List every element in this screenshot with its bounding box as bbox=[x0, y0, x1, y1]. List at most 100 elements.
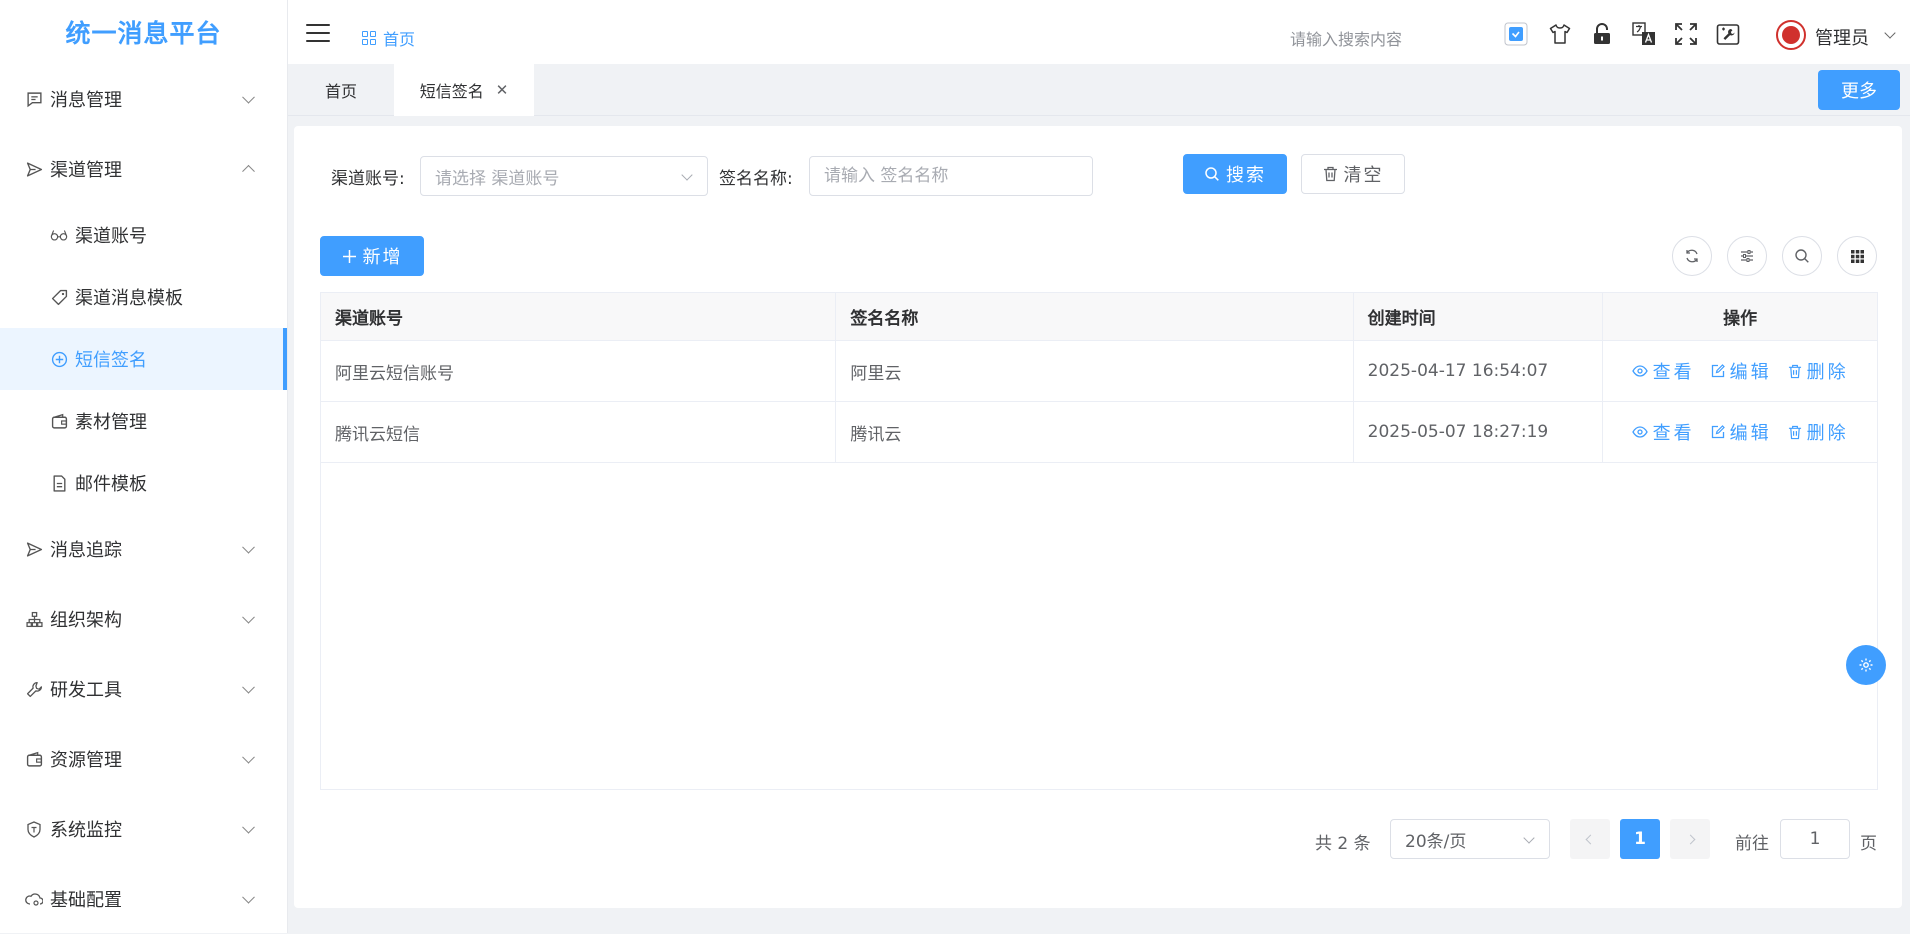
cell-created: 2025-04-17 16:54:07 bbox=[1354, 341, 1604, 401]
table-header: 渠道账号 签名名称 创建时间 操作 bbox=[321, 293, 1877, 341]
account-select-placeholder: 请选择 渠道账号 bbox=[435, 168, 560, 189]
view-button[interactable]: 查看 bbox=[1631, 358, 1695, 384]
tab-home[interactable]: 首页 bbox=[288, 64, 394, 116]
avatar[interactable] bbox=[1776, 20, 1806, 50]
delete-button[interactable]: 删除 bbox=[1788, 419, 1849, 445]
sidebar-item-material-management[interactable]: 素材管理 bbox=[0, 390, 287, 452]
next-page-button[interactable] bbox=[1670, 819, 1710, 859]
edit-button[interactable]: 编辑 bbox=[1711, 358, 1772, 384]
account-select[interactable]: 请选择 渠道账号 bbox=[420, 156, 708, 196]
table-row: 腾讯云短信 腾讯云 2025-05-07 18:27:19 查看 编辑 删除 bbox=[321, 402, 1877, 463]
signature-table: 渠道账号 签名名称 创建时间 操作 阿里云短信账号 阿里云 2025-04-17… bbox=[320, 292, 1878, 790]
username[interactable]: 管理员 bbox=[1815, 24, 1869, 50]
sidebar-item-sms-signature[interactable]: 短信签名 bbox=[0, 328, 287, 390]
sliders-icon bbox=[1741, 250, 1753, 262]
top-header: 首页 请输入搜索内容 管理员 bbox=[288, 0, 1910, 64]
translate-icon[interactable] bbox=[1632, 22, 1656, 46]
chevron-left-icon bbox=[1585, 834, 1595, 844]
app-title: 统一消息平台 bbox=[65, 19, 222, 48]
sidebar-item-system-monitor[interactable]: 系统监控 bbox=[0, 794, 287, 864]
header-search-input[interactable]: 请输入搜索内容 bbox=[1290, 26, 1402, 50]
breadcrumb[interactable]: 首页 bbox=[362, 26, 415, 50]
cell-sign: 腾讯云 bbox=[836, 402, 1354, 462]
column-header-sign: 签名名称 bbox=[836, 293, 1354, 340]
cell-sign: 阿里云 bbox=[836, 341, 1354, 401]
chevron-down-icon bbox=[681, 169, 693, 181]
goto-page-input[interactable] bbox=[1780, 819, 1850, 859]
trash-icon bbox=[1788, 364, 1802, 379]
page-suffix: 页 bbox=[1860, 834, 1877, 854]
tab-sms-signature[interactable]: 短信签名 ✕ bbox=[394, 64, 534, 116]
sidebar-item-message-management[interactable]: 消息管理 bbox=[0, 64, 287, 134]
view-button[interactable]: 查看 bbox=[1631, 419, 1695, 445]
settings-tool-icon[interactable] bbox=[1716, 22, 1740, 46]
tab-label: 首页 bbox=[324, 82, 357, 101]
sidebar-item-basic-config[interactable]: 基础配置 bbox=[0, 864, 287, 934]
lock-icon[interactable] bbox=[1590, 22, 1614, 46]
refresh-button[interactable] bbox=[1672, 236, 1712, 276]
sidebar-item-mail-template[interactable]: 邮件模板 bbox=[0, 452, 287, 514]
add-button-label: 新增 bbox=[362, 247, 403, 268]
tag-icon bbox=[50, 288, 68, 306]
page-number-current[interactable]: 1 bbox=[1620, 819, 1660, 859]
sidebar-item-label: 消息管理 bbox=[50, 90, 122, 111]
breadcrumb-home: 首页 bbox=[383, 30, 416, 49]
settings-float-button[interactable] bbox=[1846, 645, 1886, 685]
sidebar-item-label: 系统监控 bbox=[50, 820, 122, 841]
edit-button[interactable]: 编辑 bbox=[1711, 419, 1772, 445]
sidebar-item-resource-management[interactable]: 资源管理 bbox=[0, 724, 287, 794]
search-icon bbox=[1795, 249, 1809, 263]
column-header-created: 创建时间 bbox=[1354, 293, 1604, 340]
sidebar-item-organization[interactable]: 组织架构 bbox=[0, 584, 287, 654]
delete-button[interactable]: 删除 bbox=[1788, 358, 1849, 384]
grid-view-button[interactable] bbox=[1837, 236, 1877, 276]
view-label: 查看 bbox=[1652, 362, 1695, 383]
chevron-down-icon[interactable] bbox=[1884, 27, 1896, 39]
sign-name-input[interactable] bbox=[809, 156, 1093, 196]
edit-icon bbox=[1711, 364, 1725, 378]
sidebar-item-channel-management[interactable]: 渠道管理 bbox=[0, 134, 287, 204]
tab-label: 短信签名 bbox=[419, 82, 484, 101]
chevron-right-icon bbox=[1685, 834, 1695, 844]
cell-account: 腾讯云短信 bbox=[321, 402, 837, 462]
account-filter-label: 渠道账号: bbox=[331, 169, 405, 189]
theme-shirt-icon[interactable] bbox=[1548, 22, 1572, 46]
chevron-down-icon bbox=[242, 820, 255, 834]
goto-label: 前往 bbox=[1735, 834, 1769, 854]
add-button[interactable]: 新增 bbox=[320, 236, 424, 276]
fullscreen-icon[interactable] bbox=[1674, 22, 1698, 46]
prev-page-button[interactable] bbox=[1570, 819, 1610, 859]
refresh-icon bbox=[1686, 249, 1698, 263]
more-button[interactable]: 更多 bbox=[1818, 70, 1900, 110]
wallet-icon bbox=[50, 412, 68, 430]
search-button[interactable]: 搜索 bbox=[1183, 154, 1287, 194]
circle-plus-icon bbox=[50, 350, 68, 368]
column-settings-button[interactable] bbox=[1727, 236, 1767, 276]
chevron-down-icon bbox=[242, 680, 255, 694]
tabs-bar: 首页 短信签名 ✕ 更多 bbox=[288, 64, 1910, 116]
pagination-total: 共 2 条 bbox=[1315, 834, 1371, 854]
sidebar-item-label: 邮件模板 bbox=[75, 474, 147, 495]
sidebar-item-label: 研发工具 bbox=[50, 680, 122, 701]
menu-toggle-icon[interactable] bbox=[306, 24, 330, 42]
glasses-icon bbox=[50, 226, 68, 244]
page-size-value: 20条/页 bbox=[1405, 831, 1467, 852]
toggle-search-button[interactable] bbox=[1782, 236, 1822, 276]
org-chart-icon bbox=[25, 610, 43, 628]
send-icon bbox=[25, 160, 43, 178]
sidebar-item-channel-account[interactable]: 渠道账号 bbox=[0, 204, 287, 266]
clear-button[interactable]: 清空 bbox=[1301, 154, 1405, 194]
cloud-gear-icon bbox=[25, 890, 43, 908]
shield-icon bbox=[25, 820, 43, 838]
page-size-select[interactable]: 20条/页 bbox=[1390, 819, 1550, 859]
checkbox-icon[interactable] bbox=[1504, 22, 1528, 46]
sidebar-item-message-tracking[interactable]: 消息追踪 bbox=[0, 514, 287, 584]
document-icon bbox=[50, 474, 68, 492]
close-icon[interactable]: ✕ bbox=[496, 81, 509, 99]
sidebar-item-label: 资源管理 bbox=[50, 750, 122, 771]
sidebar-item-channel-template[interactable]: 渠道消息模板 bbox=[0, 266, 287, 328]
sidebar-item-dev-tools[interactable]: 研发工具 bbox=[0, 654, 287, 724]
cell-actions: 查看 编辑 删除 bbox=[1603, 341, 1877, 401]
trash-icon bbox=[1323, 166, 1338, 182]
chevron-down-icon bbox=[1523, 832, 1535, 844]
